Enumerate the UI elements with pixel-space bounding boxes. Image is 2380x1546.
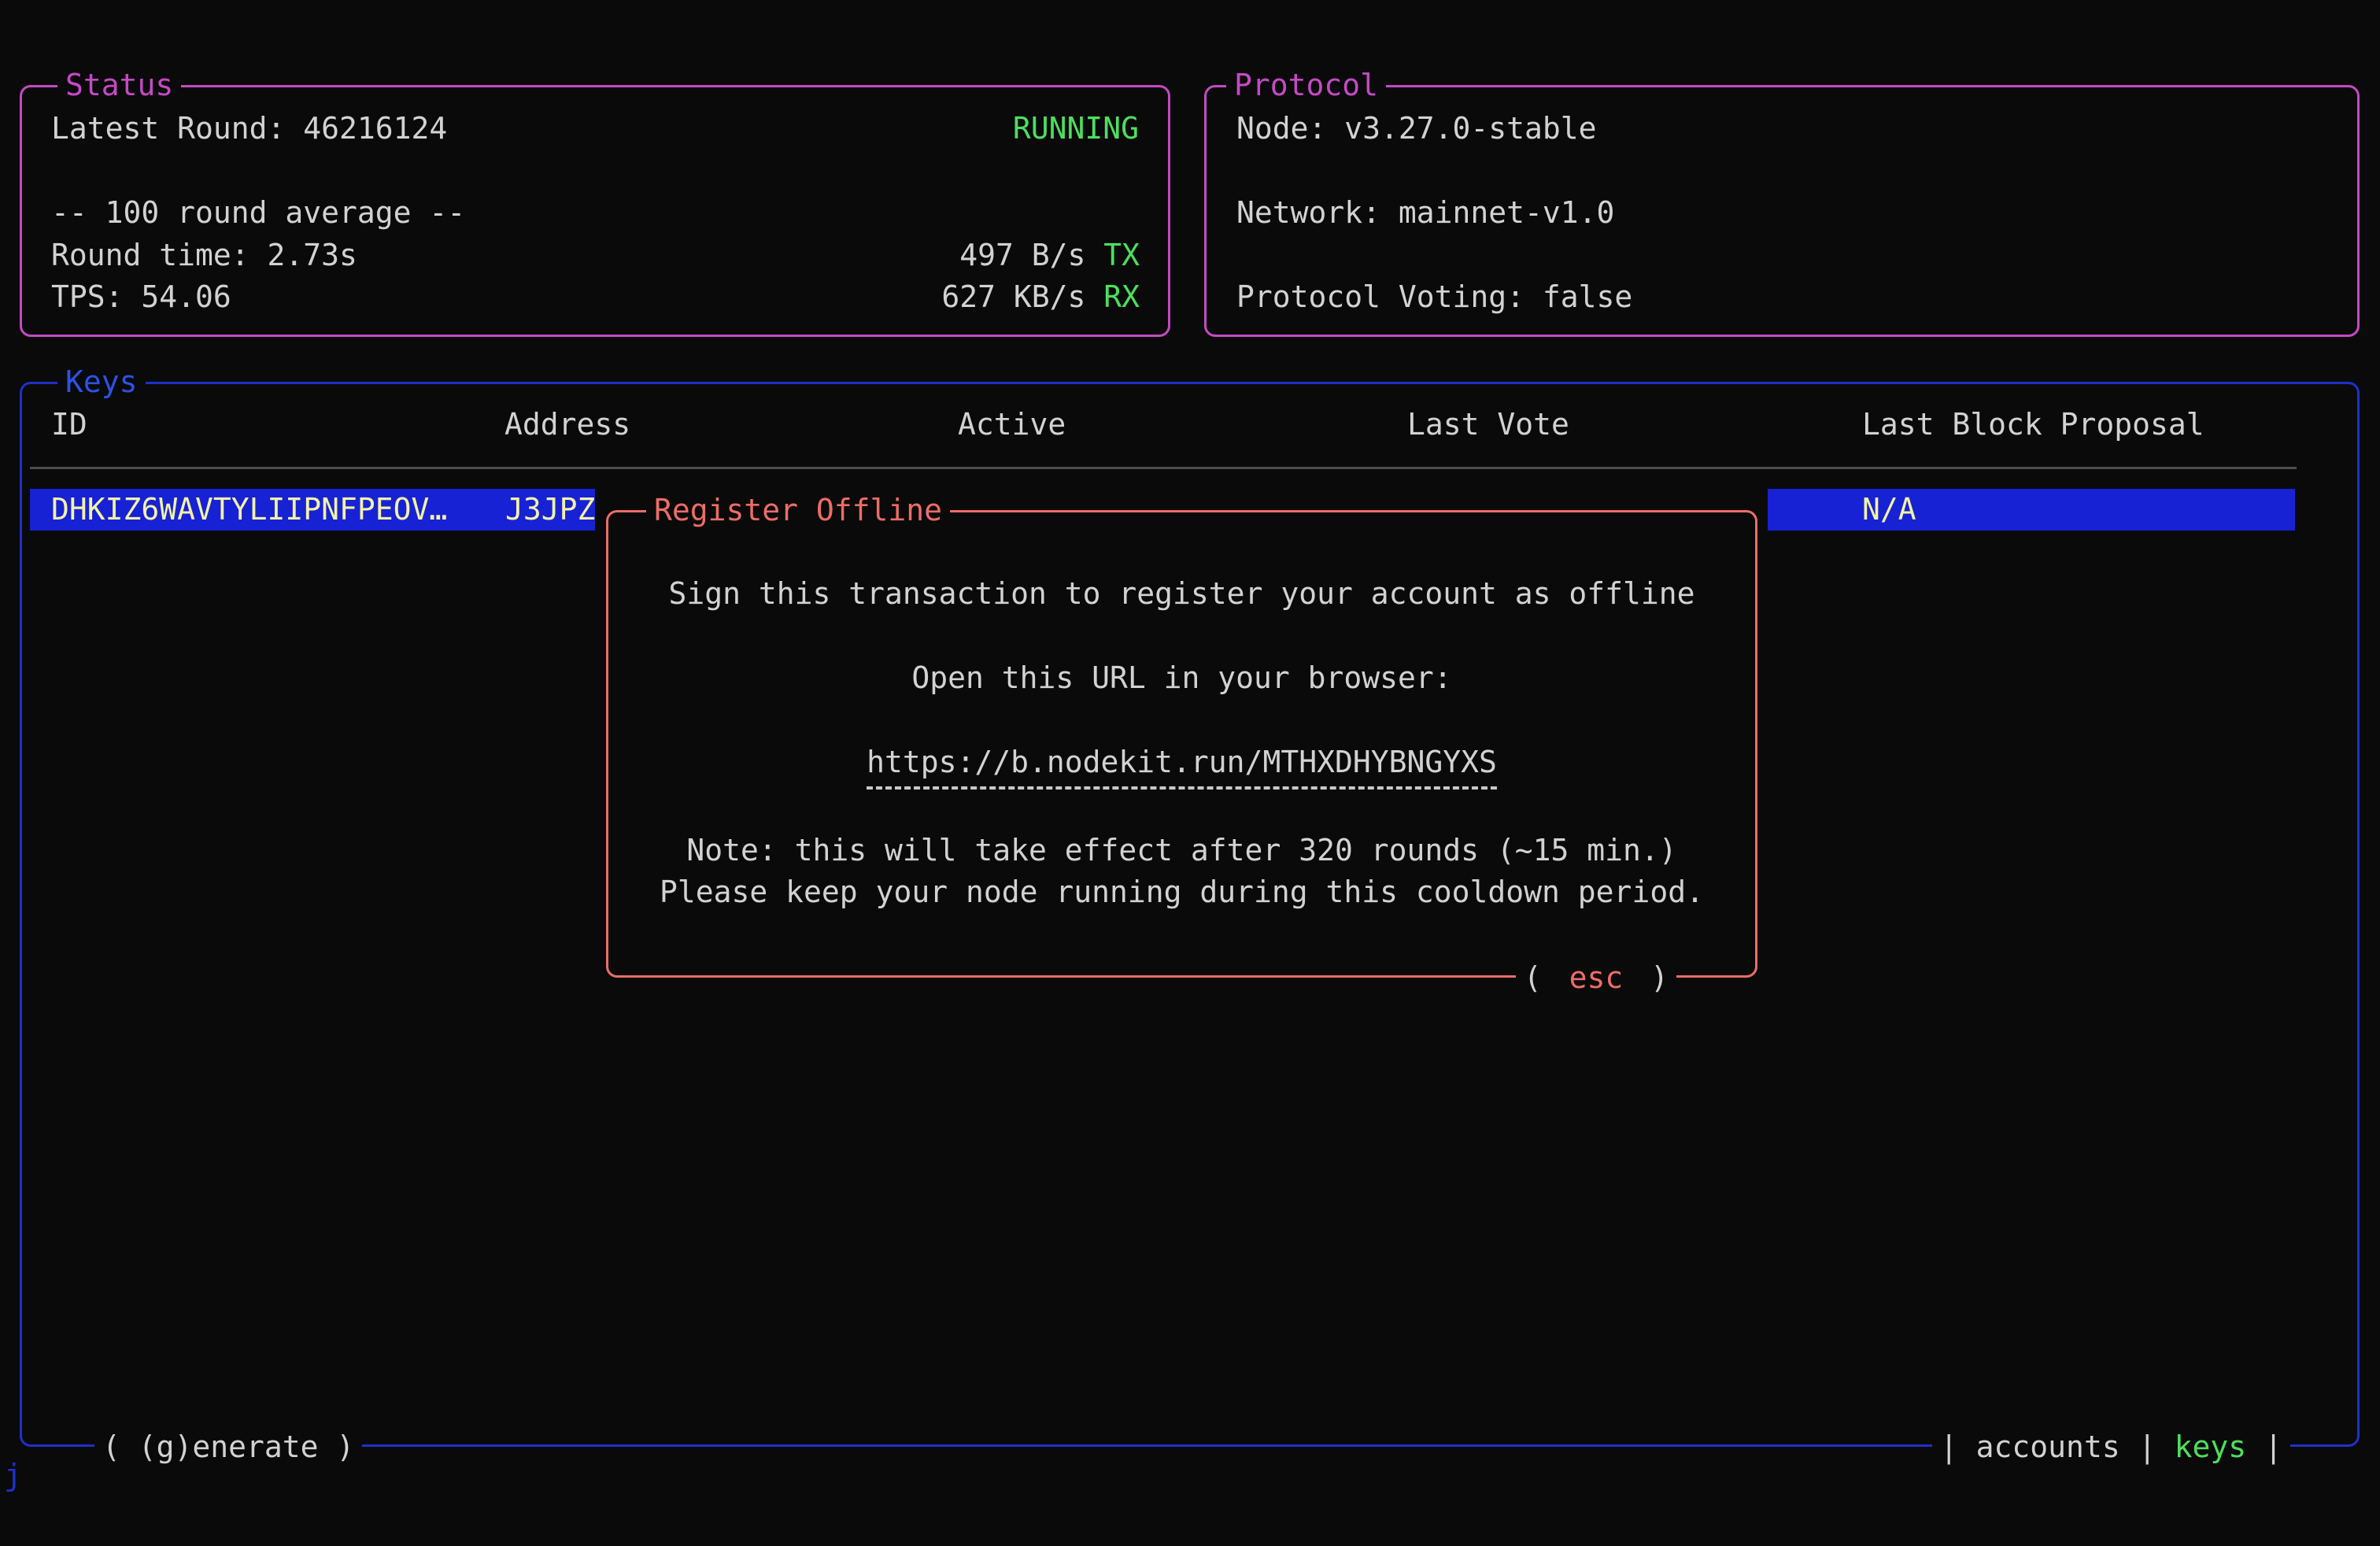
- tab-separator-left: |: [1940, 1429, 1958, 1464]
- table-header-divider: [30, 467, 2297, 469]
- protocol-panel: Protocol Node: v3.27.0-stable Network: m…: [1204, 85, 2360, 337]
- esc-button[interactable]: ( esc ): [1516, 957, 1676, 999]
- register-offline-modal: Register Offline Sign this transaction t…: [606, 510, 1757, 978]
- tab-separator-right: |: [2264, 1429, 2282, 1464]
- modal-instruction-text: Sign this transaction to register your a…: [608, 573, 1755, 615]
- tx-label: TX: [1103, 238, 1140, 272]
- rx-rate-line: 627 KB/s RX: [941, 276, 1140, 318]
- rx-label: RX: [1103, 279, 1140, 314]
- column-header-last-vote: Last Vote: [1407, 404, 1569, 446]
- tps-text: TPS: 54.06: [51, 276, 231, 318]
- esc-key-label: esc: [1560, 960, 1633, 995]
- table-row-selected-right[interactable]: N/A: [1768, 489, 2295, 531]
- keys-panel-title: Keys: [57, 361, 146, 403]
- esc-paren-open: (: [1524, 960, 1560, 995]
- column-header-id: ID: [51, 404, 87, 446]
- tab-separator-mid: |: [2138, 1429, 2156, 1464]
- network-text: Network: mainnet-v1.0: [1236, 192, 1614, 234]
- generate-button[interactable]: ( (g)enerate ): [94, 1426, 362, 1468]
- round-time-text: Round time: 2.73s: [51, 235, 357, 276]
- column-header-address: Address: [504, 404, 630, 446]
- tab-accounts[interactable]: accounts: [1958, 1429, 2138, 1464]
- rx-rate-value: 627 KB/s: [941, 279, 1103, 314]
- table-row-selected[interactable]: DHKIZ6WAVTYLIIPNFPEOV… J3JPZ: [30, 489, 595, 531]
- register-offline-modal-title: Register Offline: [646, 490, 950, 531]
- row-id-cell: DHKIZ6WAVTYLIIPNFPEOV…: [51, 489, 447, 531]
- esc-paren-close: ): [1632, 960, 1669, 995]
- row-last-block-proposal-cell: N/A: [1862, 489, 1916, 531]
- modal-url-line: https://b.nodekit.run/MTHXDHYBNGYXS: [608, 742, 1755, 790]
- latest-round-text: Latest Round: 46216124: [51, 108, 447, 150]
- protocol-voting-text: Protocol Voting: false: [1236, 276, 1632, 318]
- signing-url-link[interactable]: https://b.nodekit.run/MTHXDHYBNGYXS: [867, 742, 1497, 790]
- round-average-header: -- 100 round average --: [51, 192, 465, 234]
- node-version-text: Node: v3.27.0-stable: [1236, 108, 1597, 150]
- row-address-cell: J3JPZ: [505, 489, 595, 531]
- status-panel-title: Status: [57, 65, 181, 106]
- node-state-badge: RUNNING: [1013, 108, 1139, 150]
- terminal-screen: Status Latest Round: 46216124 RUNNING --…: [0, 0, 2380, 1546]
- tab-keys[interactable]: keys: [2156, 1429, 2265, 1464]
- modal-open-url-text: Open this URL in your browser:: [608, 657, 1755, 699]
- modal-cooldown-text: Please keep your node running during thi…: [608, 871, 1755, 913]
- tx-rate-line: 497 B/s TX: [959, 235, 1140, 276]
- stray-glyph: j: [4, 1455, 22, 1496]
- protocol-panel-title: Protocol: [1226, 65, 1386, 106]
- tx-rate-value: 497 B/s: [959, 238, 1103, 272]
- column-header-active: Active: [958, 404, 1066, 446]
- modal-note-text: Note: this will take effect after 320 ro…: [608, 830, 1755, 871]
- column-header-last-block-proposal: Last Block Proposal: [1862, 404, 2204, 446]
- view-tabs: |accounts|keys|: [1932, 1426, 2290, 1468]
- status-panel: Status Latest Round: 46216124 RUNNING --…: [20, 85, 1170, 337]
